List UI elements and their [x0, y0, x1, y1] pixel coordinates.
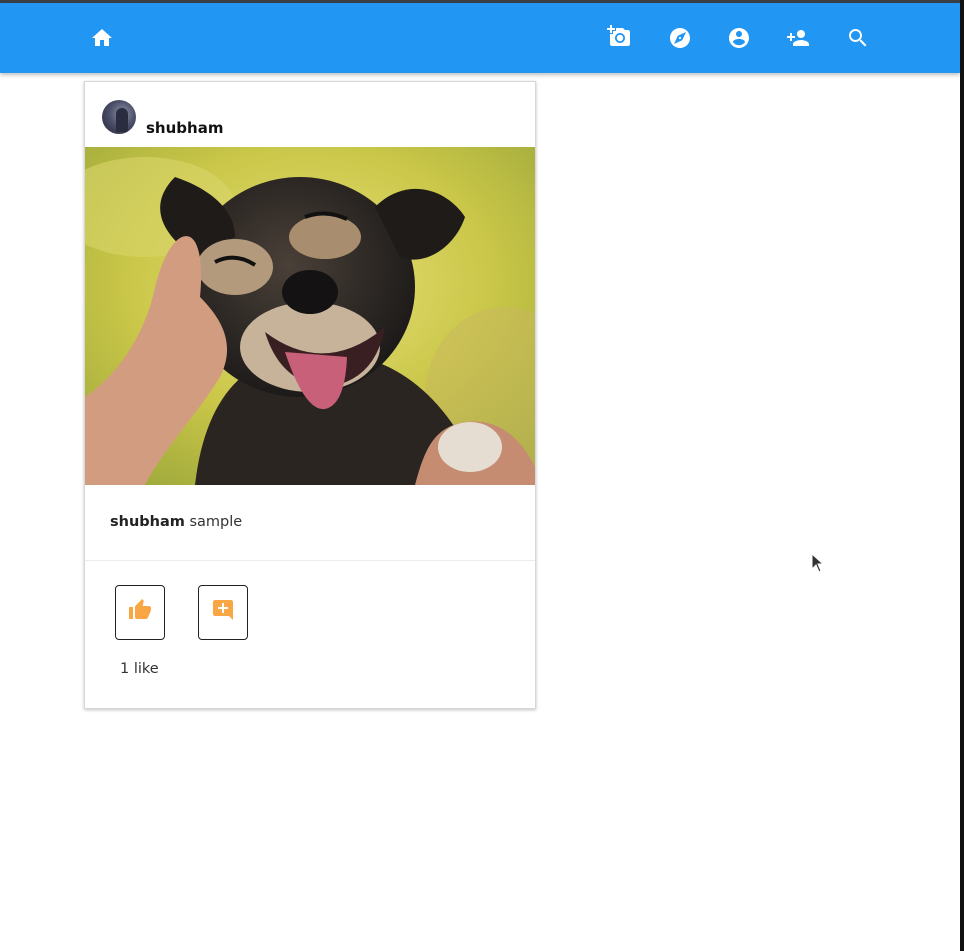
like-button[interactable]	[115, 585, 165, 640]
mouse-cursor-icon	[811, 553, 825, 573]
add-photo-icon[interactable]	[607, 24, 631, 48]
window-right-border	[960, 0, 964, 951]
divider	[85, 560, 535, 561]
comment-button[interactable]	[198, 585, 248, 640]
post-image	[85, 147, 535, 485]
explore-icon[interactable]	[668, 26, 692, 50]
caption-username[interactable]: shubham	[110, 514, 185, 530]
add-comment-icon	[213, 599, 233, 620]
thumb-up-icon	[129, 598, 151, 619]
caption-text: sample	[189, 514, 243, 530]
avatar[interactable]	[102, 100, 136, 134]
post-caption: shubham sample	[110, 512, 242, 532]
person-add-icon[interactable]	[786, 26, 810, 50]
likes-count: 1 like	[120, 661, 159, 677]
post-header: shubham	[85, 82, 535, 148]
home-icon[interactable]	[90, 26, 114, 50]
post-card: shubham shubham sample 1 like	[84, 81, 536, 709]
account-icon[interactable]	[727, 26, 751, 50]
top-navbar	[0, 3, 960, 73]
post-username[interactable]: shubham	[146, 118, 223, 138]
search-icon[interactable]	[846, 26, 870, 50]
